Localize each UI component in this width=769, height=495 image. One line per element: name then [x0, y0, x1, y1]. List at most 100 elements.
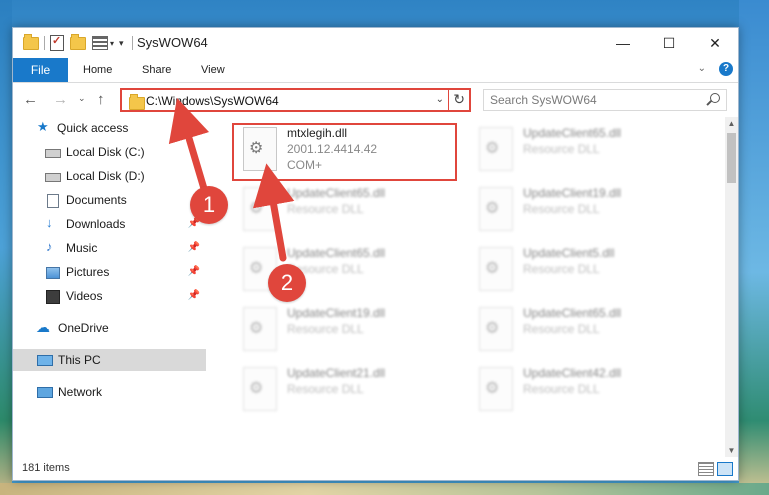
navigation-pane: ★ Quick access Local Disk (C:) Local Dis…: [13, 117, 206, 457]
network-icon: [37, 387, 53, 398]
search-icon[interactable]: [710, 93, 720, 103]
videos-icon: [46, 290, 60, 304]
sidebar-item-local-disk-d[interactable]: Local Disk (D:): [13, 165, 206, 187]
file-type: Resource DLL: [287, 202, 364, 216]
file-name: UpdateClient19.dll: [287, 306, 386, 320]
file-name: UpdateClient65.dll: [523, 126, 622, 140]
details-view-icon[interactable]: [698, 462, 714, 476]
sidebar-item-videos[interactable]: Videos 📌: [13, 285, 206, 307]
pictures-icon: [46, 267, 60, 279]
desktop-wallpaper-left: [0, 0, 12, 495]
file-name: UpdateClient5.dll: [523, 246, 615, 260]
address-dropdown-icon[interactable]: ⌄: [436, 94, 444, 105]
download-icon: ↓: [46, 215, 53, 230]
refresh-icon[interactable]: ↻: [453, 91, 465, 108]
pin-icon[interactable]: 📌: [188, 285, 200, 307]
file-name: UpdateClient65.dll: [287, 186, 386, 200]
file-type: Resource DLL: [287, 322, 364, 336]
chevron-down-icon[interactable]: ▾: [110, 39, 114, 48]
dll-file-icon: [479, 367, 513, 411]
file-item[interactable]: UpdateClient65.dll Resource DLL: [469, 123, 699, 179]
forward-arrow-icon[interactable]: →: [53, 91, 68, 108]
file-name: UpdateClient21.dll: [287, 366, 386, 380]
drive-icon: [45, 173, 61, 182]
expand-ribbon-icon[interactable]: ⌄: [698, 63, 706, 74]
sidebar-item-label: Pictures: [66, 265, 110, 279]
sidebar-item-downloads[interactable]: ↓ Downloads 📌: [13, 213, 206, 235]
file-name: UpdateClient65.dll: [523, 306, 622, 320]
toolbar-divider: [44, 36, 45, 50]
sidebar-item-label: Quick access: [57, 121, 129, 135]
dll-file-icon: [243, 307, 277, 351]
sidebar-item-quick-access[interactable]: ★ Quick access: [13, 117, 206, 139]
pin-icon[interactable]: 📌: [188, 237, 200, 259]
sidebar-item-label: Downloads: [66, 217, 126, 231]
dll-file-icon: [479, 187, 513, 231]
file-type: Resource DLL: [523, 262, 600, 276]
title-bar: ▾ ▾ SysWOW64 — ☐ ✕: [13, 28, 738, 58]
sidebar-item-onedrive[interactable]: ☁ OneDrive: [13, 317, 206, 339]
file-item[interactable]: UpdateClient19.dll Resource DLL: [233, 303, 463, 359]
customize-toolbar-icon[interactable]: ▾: [119, 38, 124, 49]
file-item[interactable]: UpdateClient65.dll Resource DLL: [233, 183, 463, 239]
folder-icon: [23, 33, 39, 50]
sidebar-item-label: Local Disk (D:): [66, 169, 145, 183]
recent-locations-chevron-icon[interactable]: ⌄: [78, 93, 86, 104]
up-arrow-icon[interactable]: ↑: [97, 91, 105, 108]
documents-icon: [47, 194, 59, 208]
sidebar-item-local-disk-c[interactable]: Local Disk (C:): [13, 141, 206, 163]
cloud-icon: ☁: [36, 319, 50, 335]
tab-view[interactable]: View: [201, 58, 225, 82]
tab-file[interactable]: File: [13, 58, 68, 82]
tab-home[interactable]: Home: [83, 58, 112, 82]
ribbon: File Home Share View ⌄ ?: [13, 58, 738, 83]
address-bar[interactable]: C:\Windows\SysWOW64 ⌄ ↻: [120, 88, 471, 112]
file-item[interactable]: UpdateClient65.dll Resource DLL: [233, 243, 463, 299]
file-type: Resource DLL: [523, 382, 600, 396]
scroll-up-icon[interactable]: ▲: [725, 119, 738, 128]
sidebar-item-pictures[interactable]: Pictures 📌: [13, 261, 206, 283]
drive-icon: [45, 149, 61, 158]
status-bar: 181 items: [13, 457, 738, 480]
help-icon[interactable]: ?: [719, 62, 733, 76]
sidebar-item-music[interactable]: ♪ Music 📌: [13, 237, 206, 259]
sidebar-item-this-pc[interactable]: This PC: [13, 349, 206, 371]
item-count: 181 items: [22, 462, 70, 474]
view-icon[interactable]: [92, 36, 108, 50]
quick-access-toolbar: ▾ ▾: [23, 33, 138, 51]
star-icon: ★: [37, 119, 49, 134]
dll-file-icon: [243, 367, 277, 411]
file-item[interactable]: UpdateClient65.dll Resource DLL: [469, 303, 699, 359]
highlight-box: [232, 123, 457, 181]
address-path[interactable]: C:\Windows\SysWOW64: [146, 94, 279, 108]
pin-icon[interactable]: 📌: [188, 261, 200, 283]
search-input[interactable]: [490, 92, 700, 108]
desktop-wallpaper-bottom: [0, 483, 769, 495]
file-item[interactable]: UpdateClient5.dll Resource DLL: [469, 243, 699, 299]
vertical-scrollbar[interactable]: ▲ ▼: [725, 117, 738, 457]
sidebar-item-documents[interactable]: Documents: [13, 189, 206, 211]
search-box[interactable]: [483, 89, 727, 111]
close-button[interactable]: ✕: [692, 28, 738, 58]
new-folder-icon[interactable]: [70, 33, 86, 50]
file-type: Resource DLL: [287, 382, 364, 396]
file-item[interactable]: UpdateClient42.dll Resource DLL: [469, 363, 699, 419]
minimize-button[interactable]: —: [600, 28, 646, 58]
sidebar-item-network[interactable]: Network: [13, 381, 206, 403]
tab-share[interactable]: Share: [142, 58, 171, 82]
scrollbar-thumb[interactable]: [727, 133, 736, 183]
maximize-button[interactable]: ☐: [646, 28, 692, 58]
file-name: UpdateClient19.dll: [523, 186, 622, 200]
back-arrow-icon[interactable]: ←: [23, 91, 38, 108]
sidebar-item-label: OneDrive: [58, 321, 109, 335]
sidebar-item-label: Videos: [66, 289, 103, 303]
file-item[interactable]: UpdateClient21.dll Resource DLL: [233, 363, 463, 419]
computer-icon: [37, 355, 53, 366]
scroll-down-icon[interactable]: ▼: [725, 446, 738, 455]
properties-icon[interactable]: [50, 34, 64, 51]
music-icon: ♪: [46, 239, 53, 254]
large-icons-view-icon[interactable]: [717, 462, 733, 476]
folder-icon: [129, 94, 145, 110]
file-item[interactable]: UpdateClient19.dll Resource DLL: [469, 183, 699, 239]
sidebar-item-label: This PC: [58, 353, 101, 367]
